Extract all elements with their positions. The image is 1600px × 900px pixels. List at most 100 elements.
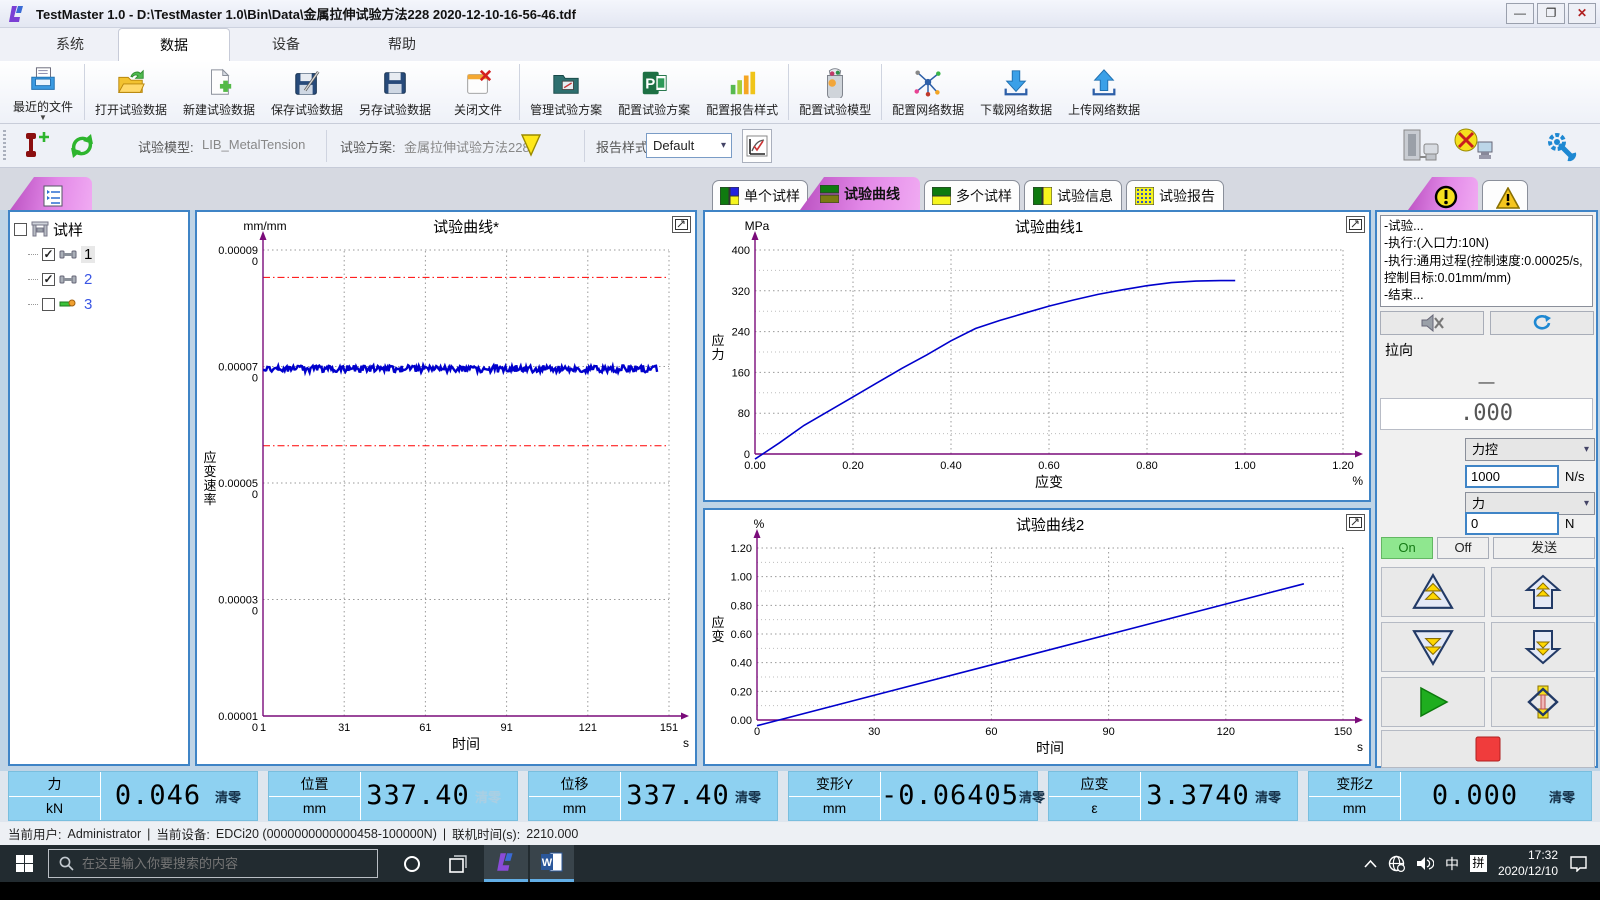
jog-down-fast-button[interactable] — [1381, 622, 1485, 672]
checkbox[interactable] — [42, 298, 55, 311]
clear-zero-button[interactable]: 清零 — [1549, 772, 1591, 820]
status-bar: 当前用户: Administrator | 当前设备: EDCi20 (0000… — [0, 822, 1600, 845]
return-specimen-button[interactable] — [1491, 677, 1595, 727]
minimize-button[interactable]: — — [1506, 3, 1534, 24]
measure-name: 力 — [9, 772, 100, 797]
loop-button[interactable] — [1490, 311, 1594, 335]
settings-wrench-icon[interactable] — [1544, 129, 1578, 163]
popout-chart-button[interactable] — [1346, 216, 1365, 233]
toolbar-configure-network[interactable]: 配置网络数据 — [884, 61, 972, 123]
checkbox[interactable] — [14, 223, 27, 236]
send-button[interactable]: 发送 — [1493, 537, 1595, 559]
scheme-filter-icon[interactable] — [520, 133, 542, 157]
machine-icon[interactable] — [1400, 128, 1446, 164]
popout-chart-button[interactable] — [1346, 514, 1365, 531]
tree-item-specimen-3[interactable]: 3 — [28, 294, 184, 314]
clear-zero-button[interactable]: 清零 — [735, 772, 777, 820]
taskbar-testmaster-app[interactable] — [484, 845, 528, 882]
specimen-active-icon — [59, 299, 77, 310]
search-input[interactable] — [82, 856, 352, 871]
clear-zero-button[interactable]: 清零 — [1255, 772, 1297, 820]
popout-icon — [1349, 219, 1362, 230]
ime-mode-indicator[interactable]: 拼 — [1470, 855, 1487, 872]
tray-expand-icon[interactable] — [1364, 859, 1377, 868]
toolbar-item-label: 下载网络数据 — [980, 101, 1052, 118]
toolbar-save-data[interactable]: 保存试验数据 — [263, 61, 351, 123]
tab-test-report[interactable]: 试验报告 — [1126, 180, 1224, 210]
tree-root-specimens[interactable]: 试样 — [14, 219, 184, 239]
toolbar-manage-scheme[interactable]: 管理试验方案 — [522, 61, 610, 123]
toolbar-save-as-data[interactable]: 另存试验数据 — [351, 61, 439, 123]
popout-chart-button[interactable] — [672, 216, 691, 233]
task-view-button[interactable] — [436, 845, 480, 882]
start-button[interactable] — [0, 845, 48, 882]
maximize-button[interactable]: ❐ — [1537, 3, 1565, 24]
toolbar-open-data[interactable]: 打开试验数据 — [87, 61, 175, 123]
checkbox[interactable]: ✓ — [42, 273, 55, 286]
alert-circle-icon — [1434, 185, 1453, 203]
single-specimen-tab-icon — [720, 187, 739, 205]
close-button[interactable]: ✕ — [1568, 3, 1596, 24]
menu-data[interactable]: 数据 — [118, 28, 230, 61]
toolbar-recent-files[interactable]: 最近的文件 ▼ — [4, 61, 82, 123]
save-data-icon — [292, 67, 322, 99]
taskbar-clock[interactable]: 17:32 2020/12/10 — [1498, 848, 1558, 879]
toolbar-secondary: 试验模型: LIB_MetalTension 试验方案: 金属拉伸试验方法228… — [0, 124, 1600, 168]
jog-down-slow-button[interactable] — [1491, 622, 1595, 672]
toolbar-download-network[interactable]: 下载网络数据 — [972, 61, 1060, 123]
toolbar-configure-scheme[interactable]: P 配置试验方案 — [610, 61, 698, 123]
toolbar-configure-report[interactable]: 配置报告样式 — [698, 61, 786, 123]
tab-multi-specimen[interactable]: 多个试样 — [924, 180, 1020, 210]
volume-icon[interactable] — [1416, 856, 1434, 871]
tree-connector — [28, 279, 38, 280]
menu-help[interactable]: 帮助 — [346, 28, 458, 61]
on-button[interactable]: On — [1381, 537, 1433, 559]
tab-test-info[interactable]: 试验信息 — [1024, 180, 1122, 210]
measure-unit: mm — [1309, 797, 1400, 821]
menu-system[interactable]: 系统 — [14, 28, 126, 61]
menu-device[interactable]: 设备 — [230, 28, 342, 61]
add-specimen-icon[interactable] — [20, 130, 54, 162]
cortana-button[interactable] — [390, 845, 434, 882]
toolbar-upload-network[interactable]: 上传网络数据 — [1060, 61, 1148, 123]
tab-warnings[interactable] — [1482, 180, 1528, 210]
rate-input[interactable] — [1465, 465, 1559, 488]
jog-up-slow-button[interactable] — [1491, 567, 1595, 617]
toolbar-configure-model[interactable]: 配置试验模型 — [791, 61, 879, 123]
test-info-tab-icon — [1033, 187, 1052, 205]
mute-button[interactable] — [1380, 311, 1484, 335]
run-test-button[interactable] — [1381, 677, 1485, 727]
control-mode-select[interactable]: 力控 ▾ — [1465, 438, 1595, 461]
testmaster-app-icon — [495, 852, 517, 872]
clear-zero-button[interactable]: 清零 — [215, 772, 257, 820]
refresh-icon[interactable] — [66, 130, 98, 162]
checkbox[interactable]: ✓ — [42, 248, 55, 261]
tab-single-specimen[interactable]: 单个试样 — [712, 180, 808, 210]
network-globe-icon[interactable] — [1388, 855, 1405, 872]
notification-center-icon[interactable] — [1569, 855, 1588, 872]
measure-value: 337.40 — [361, 772, 475, 820]
taskbar-search[interactable] — [48, 849, 378, 878]
toolbar-new-data[interactable]: 新建试验数据 — [175, 61, 263, 123]
scheme-label: 试验方案: — [340, 137, 396, 156]
emergency-stop-icon[interactable] — [1452, 128, 1498, 164]
rate-unit: N/s — [1565, 469, 1585, 484]
triangle-up-icon — [1411, 573, 1455, 611]
curve-settings-button[interactable] — [742, 129, 772, 163]
off-button[interactable]: Off — [1437, 537, 1489, 559]
toolbar-drag-handle[interactable] — [3, 130, 6, 162]
chevron-down-icon: ▾ — [1584, 493, 1589, 514]
toolbar-item-label: 配置试验模型 — [799, 101, 871, 118]
svg-text:1: 1 — [260, 722, 266, 734]
stop-button[interactable] — [1381, 730, 1595, 768]
report-style-select[interactable]: Default ▾ — [646, 133, 732, 158]
tree-item-specimen-1[interactable]: ✓ 1 — [28, 244, 184, 264]
toolbar-close-file[interactable]: 关闭文件 — [439, 61, 517, 123]
download-network-icon — [1001, 67, 1031, 99]
target-input[interactable] — [1465, 512, 1559, 535]
ime-language-indicator[interactable]: 中 — [1445, 854, 1459, 874]
taskbar-word-app[interactable]: W — [530, 845, 574, 882]
jog-up-fast-button[interactable] — [1381, 567, 1485, 617]
tree-item-specimen-2[interactable]: ✓ 2 — [28, 269, 184, 289]
configure-scheme-icon: P — [639, 67, 669, 99]
